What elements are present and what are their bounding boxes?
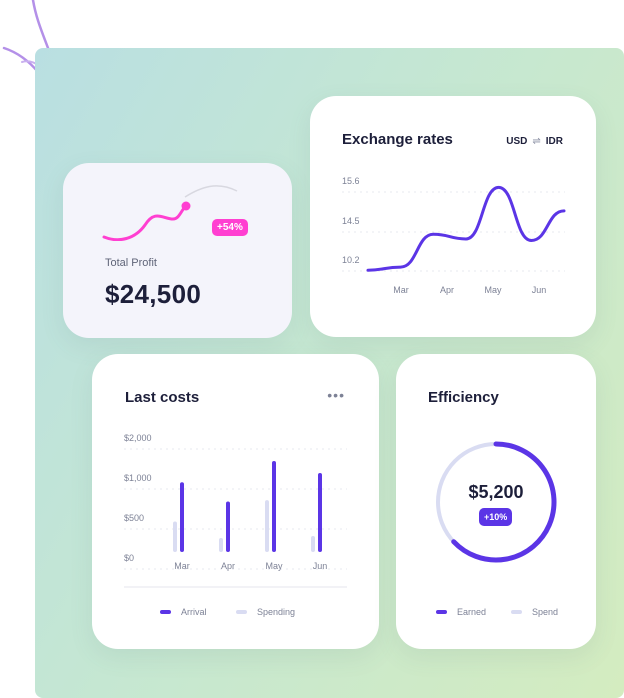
costs-x-tick: May (265, 561, 283, 571)
bar-arrival (180, 482, 184, 552)
exchange-x-tick: May (484, 285, 502, 295)
exchange-rate-line (366, 185, 566, 272)
bar-arrival (226, 501, 230, 552)
legend-arrival-swatch (160, 610, 171, 614)
profit-value: $24,500 (105, 279, 202, 309)
efficiency-change-badge: +10% (479, 508, 513, 526)
exchange-x-tick: Mar (393, 285, 409, 295)
costs-x-tick: Apr (220, 561, 236, 571)
exchange-x-tick: Apr (439, 285, 455, 295)
costs-y-tick: $500 (124, 513, 145, 523)
costs-x-tick: Mar (174, 561, 190, 571)
bar-arrival (318, 472, 322, 552)
bar-spending (219, 538, 223, 552)
exchange-y-tick: 15.6 (342, 176, 360, 186)
efficiency-value: $5,200 (468, 482, 524, 502)
legend-spending[interactable]: Spending (236, 607, 295, 617)
legend-spending-label: Spending (257, 607, 296, 617)
bar-spending (311, 536, 315, 552)
legend-spend-label: Spend (532, 607, 559, 617)
profit-label: Total Profit (105, 257, 157, 269)
legend-earned[interactable]: Earned (436, 607, 486, 617)
legend-arrival-label: Arrival (181, 607, 207, 617)
sparkline-point (181, 201, 191, 211)
legend-spend[interactable]: Spend (511, 607, 558, 617)
legend-earned-label: Earned (457, 607, 487, 617)
exchange-y-tick: 10.2 (342, 255, 360, 265)
efficiency-card[interactable]: Efficiency $5,200 +10% Earned Spend (396, 354, 596, 649)
costs-y-tick: $0 (124, 553, 135, 563)
legend-arrival[interactable]: Arrival (160, 607, 207, 617)
legend-spend-swatch (511, 610, 522, 614)
legend-earned-swatch (436, 610, 447, 614)
exchange-x-tick: Jun (531, 285, 547, 295)
exchange-rates-card[interactable]: Exchange rates USD ⇌ IDR 15.6 14.5 10.2 Mar Ap… (310, 96, 596, 337)
exchange-y-tick: 14.5 (342, 216, 360, 226)
profit-change-badge: +54% (212, 219, 248, 236)
costs-y-tick: $1,000 (124, 473, 152, 483)
total-profit-card[interactable]: +54% Total Profit $24,500 (63, 163, 292, 338)
costs-bar-chart (124, 448, 347, 588)
costs-y-tick: $2,000 (124, 433, 152, 443)
legend-spending-swatch (236, 610, 247, 614)
bar-arrival (272, 460, 276, 552)
bar-spending (265, 500, 269, 552)
last-costs-card[interactable]: Last costs ••• $2,000 $1,000 $500 $0 Mar Apr M… (92, 354, 379, 649)
bar-spending (173, 521, 177, 552)
costs-x-tick: Jun (312, 561, 328, 571)
